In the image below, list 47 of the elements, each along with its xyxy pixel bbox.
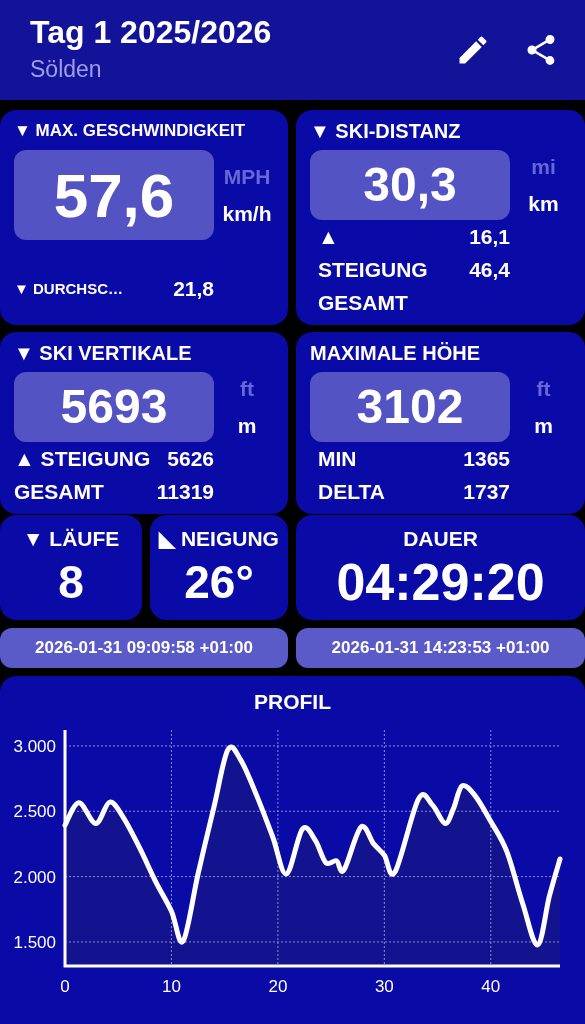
card-title[interactable]: ▼ SKI-DISTANZ (310, 118, 577, 144)
card-title[interactable]: ▼ LÄUFE (22, 525, 120, 553)
timestamp-label: 2026-01-31 14:23:53 +01:00 (296, 628, 585, 668)
axis-label: 40 (481, 977, 501, 996)
row-label: DELTA (317, 479, 386, 505)
value-display: 57,6 (14, 150, 214, 240)
axis-label: 3.000 (13, 736, 56, 756)
card-title[interactable]: ◣ NEIGUNG (159, 525, 279, 553)
stat-value: 26° (184, 555, 254, 610)
value-display: 3102 (310, 372, 510, 442)
stat-value: 8 (58, 555, 84, 610)
unit-label[interactable]: km/h (222, 198, 272, 230)
row-value: 46,4 (469, 257, 510, 283)
row-value: 11319 (156, 479, 214, 505)
card-title[interactable]: ▼ SKI VERTIKALE (14, 340, 280, 366)
row-value: 5626 (166, 446, 214, 472)
axis-label: 2.000 (13, 867, 56, 887)
unit-label[interactable]: m (237, 410, 257, 442)
axis-label: 0 (60, 977, 70, 996)
axis-label: 20 (268, 977, 288, 996)
unit-label[interactable]: km (528, 188, 559, 220)
row-label: ▼ DURCHSC… (14, 279, 124, 299)
row-value: 1737 (463, 479, 510, 505)
value-display: 5693 (14, 372, 214, 442)
stat-value: 04:29:20 (336, 553, 545, 611)
row-value: 16,1 (469, 224, 510, 250)
axis-label: 10 (162, 977, 181, 996)
timestamp-label: 2026-01-31 09:09:58 +01:00 (0, 628, 288, 668)
row-label: ▲ STEIGUNG (14, 446, 152, 472)
row-value: 21,8 (173, 276, 214, 302)
axis-label: 30 (374, 977, 394, 996)
value-display: 30,3 (310, 150, 510, 220)
row-label: ▲ (317, 224, 340, 250)
card-title[interactable]: MAXIMALE HÖHE (310, 340, 577, 366)
unit-label[interactable]: m (534, 410, 553, 442)
row-label: STEIGUNG (317, 257, 429, 283)
card-title[interactable]: DAUER (403, 525, 478, 553)
row-label: GESAMT (14, 479, 105, 505)
chart-title: PROFIL (253, 689, 332, 715)
axis-label: 2.500 (13, 802, 56, 822)
card-title[interactable]: ▼ MAX. GESCHWINDIGKEIT (14, 118, 280, 144)
row-label: GESAMT (317, 290, 409, 316)
row-label: MIN (317, 446, 358, 472)
axis-label: 1.500 (13, 932, 56, 952)
resort-name: Sölden (30, 55, 103, 84)
trip-title: Tag 1 2025/2026 (30, 13, 272, 52)
row-value: 1365 (463, 446, 510, 472)
